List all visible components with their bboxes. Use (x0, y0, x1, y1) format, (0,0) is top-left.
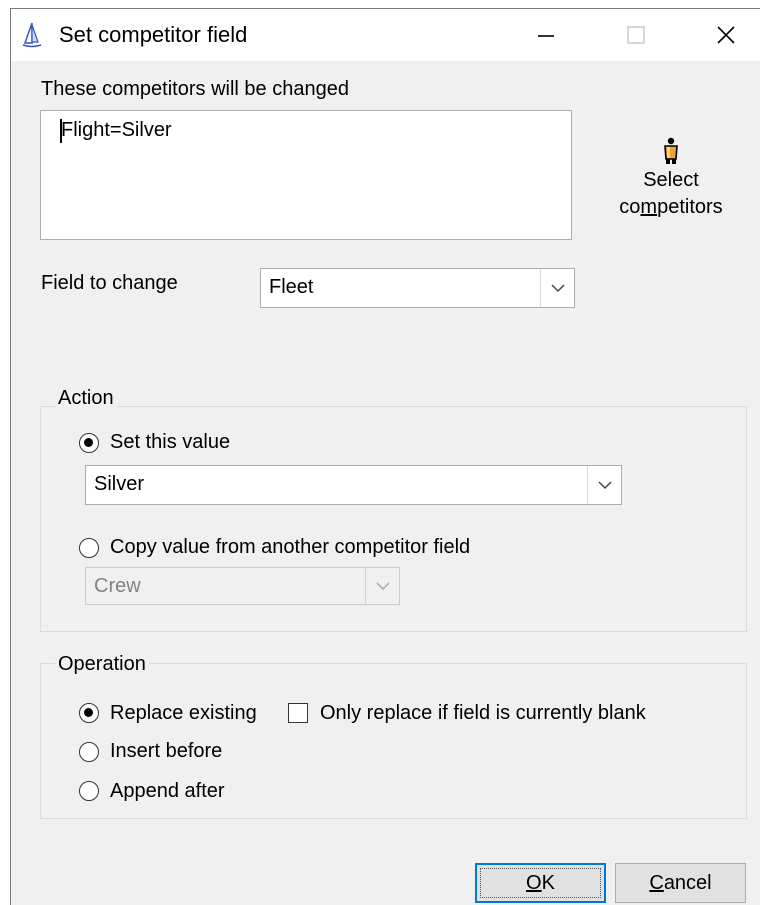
copy-value-label[interactable]: Copy value from another competitor field (110, 536, 470, 559)
dropdown-arrow-button (365, 568, 399, 604)
replace-existing-label[interactable]: Replace existing (110, 702, 257, 725)
sailboat-icon (22, 22, 42, 48)
dialog-window: Set competitor field These competitors w… (10, 8, 760, 905)
competitors-listbox[interactable]: Flight=Silver (40, 110, 572, 240)
focus-rectangle (480, 868, 601, 898)
set-value-label[interactable]: Set this value (110, 431, 230, 454)
copy-field-value: Crew (94, 575, 141, 597)
only-blank-checkbox[interactable] (288, 703, 308, 723)
append-after-label[interactable]: Append after (110, 780, 225, 803)
only-blank-label[interactable]: Only replace if field is currently blank (320, 702, 646, 725)
append-after-radio[interactable] (79, 781, 99, 801)
radio-selected-dot (84, 438, 93, 447)
dropdown-arrow-button[interactable] (540, 269, 574, 307)
set-value-dropdown[interactable]: Silver (85, 465, 622, 505)
chevron-down-icon (550, 284, 565, 293)
window-title: Set competitor field (59, 22, 248, 47)
minimize-button[interactable] (506, 9, 586, 61)
competitor-figure-icon (664, 137, 678, 164)
close-button[interactable] (686, 9, 760, 61)
cancel-button-label: Cancel (649, 871, 712, 894)
title-bar[interactable]: Set competitor field (11, 9, 760, 61)
select-competitors-button[interactable]: Select competitors (615, 137, 727, 221)
ok-button[interactable]: OK (475, 863, 606, 903)
set-value-value: Silver (94, 473, 145, 495)
copy-field-dropdown: Crew (85, 567, 400, 605)
field-to-change-value: Fleet (269, 276, 314, 298)
chevron-down-icon (375, 582, 390, 591)
dropdown-arrow-button[interactable] (587, 466, 621, 504)
chevron-down-icon (597, 481, 612, 490)
operation-group-title: Operation (55, 653, 149, 676)
cancel-button[interactable]: Cancel (615, 863, 746, 903)
action-group-title: Action (55, 387, 117, 410)
insert-before-radio[interactable] (79, 742, 99, 762)
radio-selected-dot (84, 708, 93, 717)
select-button-line1: Select (643, 169, 699, 191)
maximize-button[interactable] (596, 9, 676, 61)
field-to-change-label: Field to change (41, 272, 178, 294)
replace-existing-radio[interactable] (79, 703, 99, 723)
copy-value-radio[interactable] (79, 538, 99, 558)
field-to-change-dropdown[interactable]: Fleet (260, 268, 575, 308)
maximize-icon (627, 26, 645, 44)
set-value-radio[interactable] (79, 433, 99, 453)
competitors-label: These competitors will be changed (41, 78, 349, 100)
minimize-icon (538, 35, 554, 37)
close-icon (717, 26, 735, 44)
competitor-list-item[interactable]: Flight=Silver (61, 119, 172, 142)
select-button-line2: competitors (619, 196, 723, 218)
insert-before-label[interactable]: Insert before (110, 740, 222, 763)
